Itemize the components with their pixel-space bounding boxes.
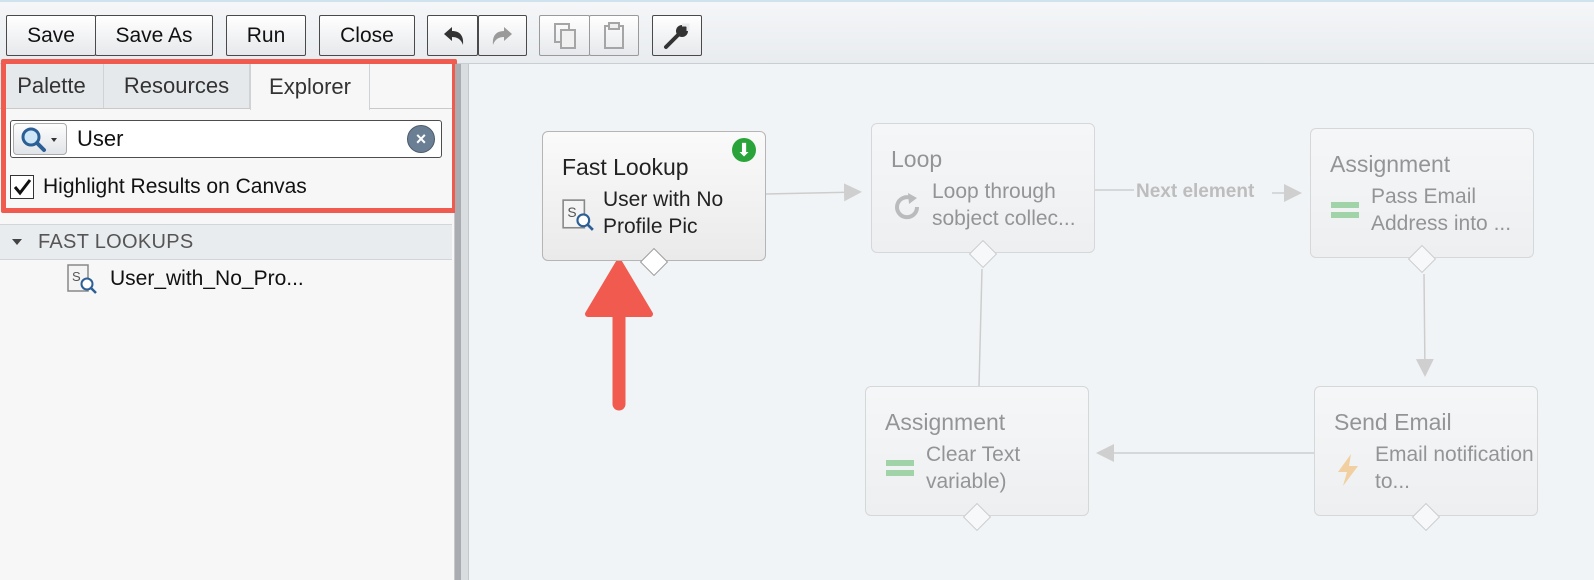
highlight-results-checkbox[interactable] (10, 175, 34, 199)
node-type-label: Fast Lookup (562, 154, 689, 180)
node-description: Loop through sobject collec... (932, 180, 1076, 230)
tab-resources[interactable]: Resources (104, 64, 250, 108)
clear-search-button[interactable]: × (407, 125, 435, 153)
copy-icon (553, 22, 576, 49)
highlight-results-label: Highlight Results on Canvas (43, 175, 307, 198)
tree-item-label: User_with_No_Pro... (110, 267, 304, 290)
node-fast-lookup[interactable]: ⬇ Fast Lookup S User with No Profile Pic (542, 131, 766, 277)
search-options-button[interactable] (13, 123, 67, 155)
search-input[interactable] (77, 125, 397, 153)
node-description: Email notification to... (1375, 443, 1534, 493)
paste-icon (604, 21, 624, 49)
tab-explorer[interactable]: Explorer (250, 64, 370, 110)
loop-icon (895, 193, 920, 220)
tab-palette[interactable]: Palette (0, 64, 104, 108)
node-type-label: Assignment (885, 409, 1006, 435)
close-button[interactable]: Close (319, 15, 415, 56)
equals-icon (1331, 202, 1359, 218)
settings-button[interactable] (652, 15, 702, 56)
equals-icon (886, 460, 914, 476)
section-header-label: FAST LOOKUPS (38, 230, 194, 253)
highlight-results-row: Highlight Results on Canvas (10, 172, 307, 202)
search-icon (21, 127, 57, 152)
wrench-icon (664, 23, 690, 49)
node-description: Pass Email Address into ... (1371, 185, 1512, 235)
section-header-fast-lookups[interactable]: FAST LOOKUPS (0, 224, 452, 260)
collapse-triangle-icon (12, 239, 22, 245)
toolbar: Save Save As Run Close (0, 0, 1594, 64)
node-description: User with No Profile Pic (603, 188, 724, 238)
node-description: Clear Text variable) (926, 443, 1021, 493)
sobject-lookup-icon: S (67, 264, 97, 294)
node-loop[interactable]: Loop Loop through sobject collec... (871, 123, 1095, 269)
redo-button[interactable] (478, 15, 527, 56)
sobject-lookup-icon: S (562, 199, 594, 231)
copy-button[interactable] (539, 15, 590, 56)
lightning-bolt-icon (1338, 454, 1358, 486)
node-type-label: Send Email (1334, 409, 1452, 435)
svg-text:S: S (567, 204, 576, 220)
tree-item-fast-lookup[interactable]: S User_with_No_Pro... (66, 262, 304, 296)
left-panel: Palette Resources Explorer × Highlight R… (0, 64, 455, 580)
search-box: × (10, 120, 442, 158)
node-type-label: Assignment (1330, 151, 1451, 177)
undo-icon (443, 26, 463, 45)
save-button[interactable]: Save (6, 15, 96, 56)
run-button[interactable]: Run (226, 15, 306, 56)
svg-text:S: S (72, 269, 81, 284)
checkmark-icon (13, 179, 32, 196)
node-assignment-clear-text[interactable]: Assignment Clear Text variable) (865, 386, 1089, 532)
node-assignment-pass-email[interactable]: Assignment Pass Email Address into ... (1310, 128, 1534, 274)
save-as-button[interactable]: Save As (95, 15, 213, 56)
panel-splitter[interactable] (455, 64, 469, 580)
chevron-down-icon (51, 138, 57, 142)
undo-button[interactable] (427, 15, 478, 56)
flow-canvas[interactable]: Next element ⬇ Fast Lookup S User with N… (469, 64, 1594, 580)
node-type-label: Loop (891, 146, 943, 172)
paste-button[interactable] (589, 15, 639, 56)
node-send-email[interactable]: Send Email Email notification to... (1314, 386, 1538, 532)
redo-icon (492, 26, 512, 45)
panel-tabs: Palette Resources Explorer (0, 64, 455, 110)
start-element-icon[interactable]: ⬇ (732, 138, 756, 162)
edge-label-next-element: Next element (1136, 181, 1255, 202)
